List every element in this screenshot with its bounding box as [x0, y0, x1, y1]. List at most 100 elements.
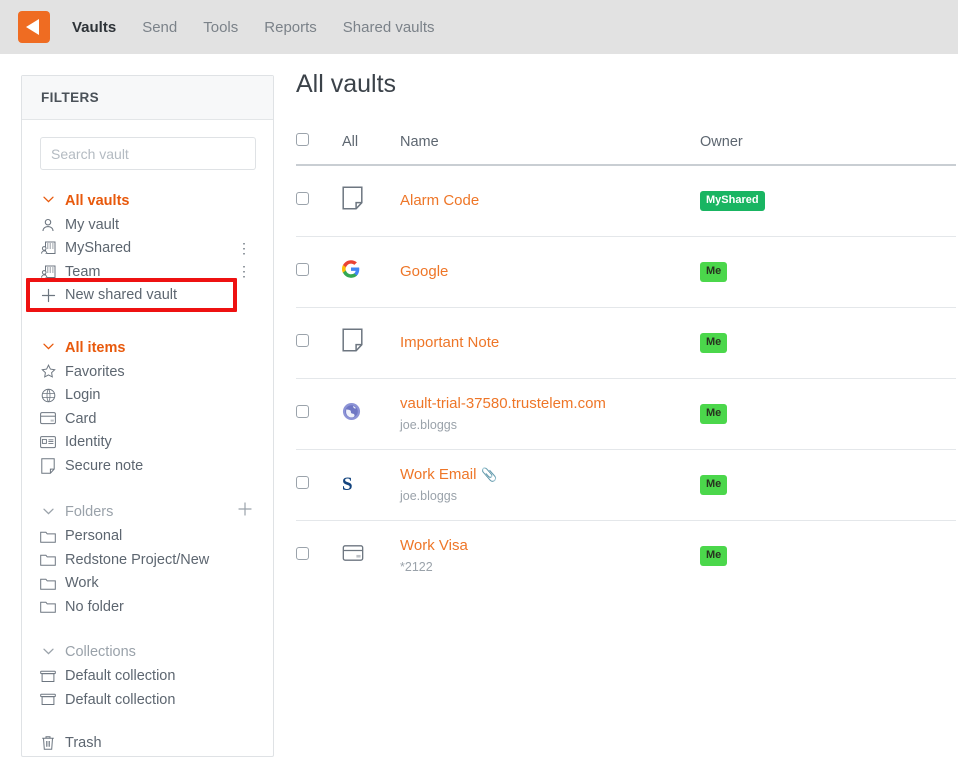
group-header-all-vaults[interactable]: All vaults — [40, 188, 255, 213]
sidebar-label-my-vault: My vault — [65, 216, 119, 233]
nav-item-send[interactable]: Send — [142, 19, 177, 36]
sidebar-item-collection-1[interactable]: Default collection — [40, 665, 255, 689]
group-header-folders[interactable]: Folders — [40, 500, 255, 525]
table-row[interactable]: Google Me — [296, 236, 956, 308]
paperclip-icon: 📎 — [481, 467, 498, 482]
table-body: Alarm Code MyShared Google Me Important … — [296, 165, 956, 591]
globe-icon — [40, 387, 56, 403]
nav-item-tools[interactable]: Tools — [203, 19, 238, 36]
row-checkbox-cell — [296, 307, 342, 379]
collection-icon — [40, 692, 56, 708]
row-checkbox-cell — [296, 449, 342, 521]
sidebar-item-collection-2[interactable]: Default collection — [40, 688, 255, 712]
nav-item-vaults[interactable]: Vaults — [72, 19, 116, 36]
item-name-link[interactable]: Google — [400, 262, 448, 281]
row-icon-cell — [342, 165, 400, 237]
owner-badge: Me — [700, 333, 728, 353]
header-all-label: All — [342, 133, 359, 150]
sidebar-label-secure-note: Secure note — [65, 457, 144, 474]
sidebar-label-new-shared-vault: New shared vault — [65, 287, 178, 304]
row-owner-cell: Me — [700, 236, 956, 308]
sidebar-item-new-shared-vault[interactable]: New shared vault — [40, 284, 255, 308]
vault-items-table: All Name Owner Alarm Code MyShared Googl… — [296, 133, 956, 591]
kebab-menu-icon-team[interactable]: ⋮ — [237, 262, 251, 280]
star-icon — [40, 364, 56, 380]
row-checkbox[interactable] — [296, 333, 309, 347]
header-owner[interactable]: Owner — [700, 133, 956, 165]
sidebar-item-my-vault[interactable]: My vault — [40, 213, 255, 237]
sidebar-item-favorites[interactable]: Favorites — [40, 360, 255, 384]
sidebar-item-folder-personal[interactable]: Personal — [40, 525, 255, 549]
search-input[interactable] — [40, 137, 256, 170]
item-subtitle: joe.bloggs — [400, 418, 457, 432]
note-icon — [40, 458, 56, 474]
table-row[interactable]: S Work Email 📎 joe.bloggs Me — [296, 449, 956, 521]
row-owner-cell: Me — [700, 520, 956, 591]
note-icon — [342, 328, 363, 356]
credit-card-icon — [40, 411, 56, 427]
sidebar-item-trash[interactable]: Trash — [40, 732, 255, 756]
item-name-link[interactable]: Alarm Code — [400, 191, 479, 210]
row-owner-cell: MyShared — [700, 165, 956, 237]
sidebar-item-folder-redstone[interactable]: Redstone Project/New — [40, 548, 255, 572]
shared-vault-icon — [40, 264, 56, 280]
chevron-down-icon — [40, 647, 56, 658]
item-name-link[interactable]: Important Note — [400, 333, 499, 352]
sidebar-label-trash: Trash — [65, 735, 102, 752]
table-row[interactable]: Important Note Me — [296, 307, 956, 379]
sidebar-label-identity: Identity — [65, 434, 112, 451]
row-checkbox[interactable] — [296, 404, 309, 418]
row-name-cell: Alarm Code — [400, 165, 700, 237]
row-checkbox[interactable] — [296, 262, 309, 276]
globe-favicon — [342, 402, 361, 425]
row-icon-cell: S — [342, 449, 400, 521]
row-checkbox[interactable] — [296, 475, 309, 489]
table-row[interactable]: Work Visa *2122 Me — [296, 520, 956, 591]
row-icon-cell — [342, 520, 400, 591]
sidebar-label-favorites: Favorites — [65, 363, 125, 380]
sidebar-item-identity[interactable]: Identity — [40, 431, 255, 455]
header-name[interactable]: Name — [400, 133, 700, 165]
add-folder-icon[interactable] — [237, 501, 253, 522]
table-row[interactable]: Alarm Code MyShared — [296, 165, 956, 237]
item-name-link[interactable]: Work Email — [400, 465, 476, 484]
group-header-collections[interactable]: Collections — [40, 640, 255, 665]
person-icon — [40, 217, 56, 233]
row-checkbox[interactable] — [296, 191, 309, 205]
group-header-all-items[interactable]: All items — [40, 335, 255, 360]
item-name-link[interactable]: vault-trial-37580.trustelem.com — [400, 394, 606, 413]
row-name-cell: Work Visa *2122 — [400, 520, 700, 591]
sidebar-item-secure-note[interactable]: Secure note — [40, 454, 255, 478]
row-checkbox-cell — [296, 520, 342, 591]
trash-group: Trash — [40, 732, 255, 756]
sidebar-item-myshared[interactable]: MyShared ⋮ — [40, 237, 255, 261]
row-owner-cell: Me — [700, 449, 956, 521]
shared-vault-icon — [40, 240, 56, 256]
item-subtitle: *2122 — [400, 560, 433, 575]
sidebar-body: All vaults My vault MyShared ⋮ Team — [22, 120, 273, 755]
sidebar-item-folder-no-folder[interactable]: No folder — [40, 595, 255, 619]
sidebar-item-folder-work[interactable]: Work — [40, 572, 255, 596]
kebab-menu-icon-myshared[interactable]: ⋮ — [237, 239, 251, 257]
sidebar-item-team[interactable]: Team ⋮ — [40, 260, 255, 284]
select-all-checkbox[interactable] — [296, 133, 309, 146]
item-subtitle: joe.bloggs — [400, 489, 457, 503]
folder-icon — [40, 552, 56, 568]
row-checkbox[interactable] — [296, 546, 309, 560]
row-name-cell: Important Note — [400, 307, 700, 379]
item-name-link[interactable]: Work Visa — [400, 536, 468, 555]
nav-item-reports[interactable]: Reports — [264, 19, 317, 36]
filters-header: FILTERS — [22, 76, 273, 120]
dashlane-logo-icon[interactable] — [18, 11, 50, 43]
row-checkbox-cell — [296, 236, 342, 308]
sidebar-item-card[interactable]: Card — [40, 407, 255, 431]
sidebar-item-login[interactable]: Login — [40, 384, 255, 408]
trash-icon — [40, 735, 56, 751]
row-icon-cell — [342, 236, 400, 308]
table-row[interactable]: vault-trial-37580.trustelem.com joe.blog… — [296, 378, 956, 450]
group-label-collections: Collections — [65, 644, 136, 660]
owner-badge: Me — [700, 475, 728, 495]
nav-item-shared-vaults[interactable]: Shared vaults — [343, 19, 435, 36]
page-title: All vaults — [296, 70, 397, 98]
logo-bar — [23, 17, 26, 37]
